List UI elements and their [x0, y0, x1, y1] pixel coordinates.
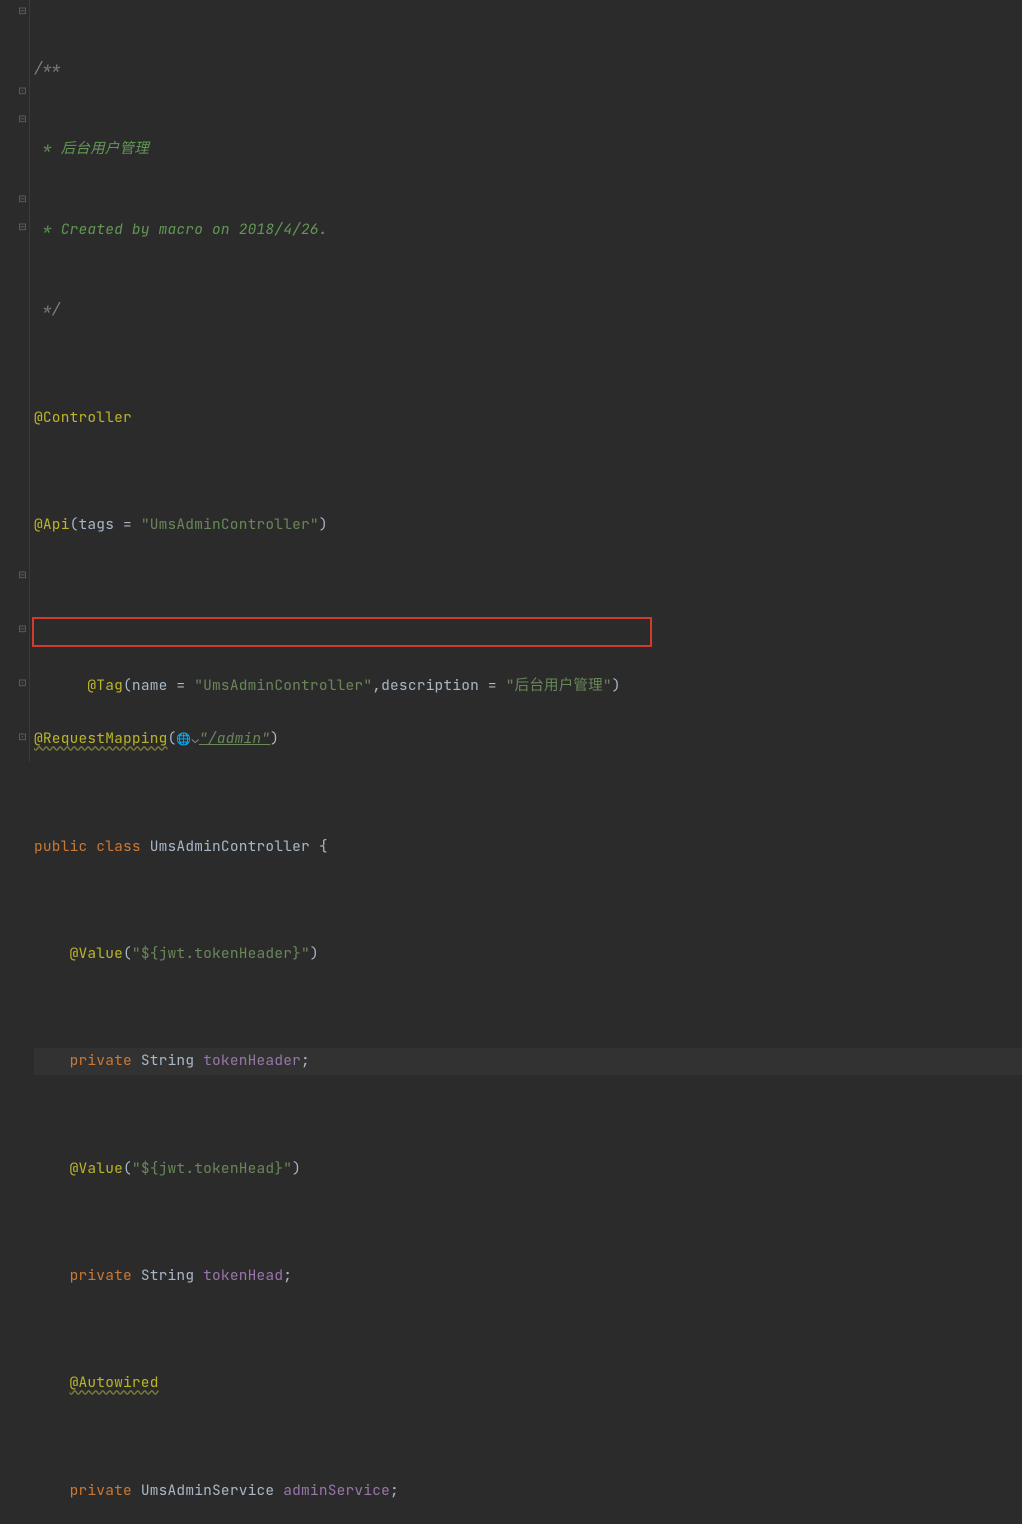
code-area[interactable]: /** * 后台用户管理 * Created by macro on 2018/… [30, 0, 1022, 762]
text: ) [270, 729, 279, 748]
keyword: class [87, 837, 149, 856]
keyword: public [34, 837, 87, 856]
annotation-controller: @Controller [34, 408, 132, 427]
class-name: UmsAdminController { [150, 837, 328, 856]
field: tokenHeader [203, 1051, 301, 1070]
text: ) [319, 515, 328, 534]
string: "UmsAdminController" [194, 676, 372, 695]
gutter: ⊟ ⊡ ⊟ ⊟ ⊟ ⊟ ⊟ ⊡ ⊡ [0, 0, 30, 762]
annotation-autowired: @Autowired [70, 1373, 159, 1392]
text: (tags = [70, 515, 141, 534]
url-link[interactable]: "/admin" [199, 729, 270, 748]
fold-toggle[interactable]: ⊡ [18, 86, 27, 95]
keyword: private [70, 1481, 132, 1500]
fold-toggle[interactable]: ⊟ [18, 222, 27, 231]
keyword: private [70, 1051, 132, 1070]
fold-toggle[interactable]: ⊟ [18, 624, 27, 633]
annotation-value: @Value [70, 944, 123, 963]
annotation-tag: @Tag [87, 676, 123, 695]
type: UmsAdminService [132, 1481, 283, 1500]
string: "${jwt.tokenHeader}" [132, 944, 310, 963]
chevron-down-icon[interactable]: ⌄ [192, 731, 199, 747]
type: String [132, 1266, 203, 1285]
text: ) [612, 676, 621, 695]
string: "后台用户管理" [506, 676, 612, 695]
text: ) [292, 1159, 301, 1178]
fold-toggle[interactable]: ⊟ [18, 6, 27, 15]
field: tokenHead [203, 1266, 283, 1285]
comment: /** [34, 59, 61, 78]
comment: * Created by macro on 2018/4/26. [34, 220, 328, 239]
fold-toggle[interactable]: ⊡ [18, 678, 27, 687]
fold-toggle[interactable]: ⊟ [18, 114, 27, 123]
comment: */ [34, 300, 61, 319]
highlight-box [32, 617, 652, 647]
comment: * 后台用户管理 [34, 139, 149, 158]
field: adminService [283, 1481, 390, 1500]
globe-icon[interactable]: 🌐 [176, 731, 191, 747]
annotation-value: @Value [70, 1159, 123, 1178]
type: String [132, 1051, 203, 1070]
text: (name = [123, 676, 194, 695]
code-editor: ⊟ ⊡ ⊟ ⊟ ⊟ ⊟ ⊟ ⊡ ⊡ /** * 后台用户管理 * Created… [0, 0, 1022, 762]
string: "${jwt.tokenHead}" [132, 1159, 292, 1178]
text: ) [310, 944, 319, 963]
text: ; [390, 1481, 399, 1500]
fold-toggle[interactable]: ⊡ [18, 732, 27, 741]
keyword: private [70, 1266, 132, 1285]
fold-toggle[interactable]: ⊟ [18, 194, 27, 203]
annotation-api: @Api [34, 515, 70, 534]
text: ( [123, 944, 132, 963]
text: ( [123, 1159, 132, 1178]
text: ; [283, 1266, 292, 1285]
text: ,description = [372, 676, 506, 695]
string: "UmsAdminController" [141, 515, 319, 534]
fold-toggle[interactable]: ⊟ [18, 570, 27, 579]
annotation-requestmapping: @RequestMapping [34, 729, 168, 748]
text: ; [301, 1051, 310, 1070]
